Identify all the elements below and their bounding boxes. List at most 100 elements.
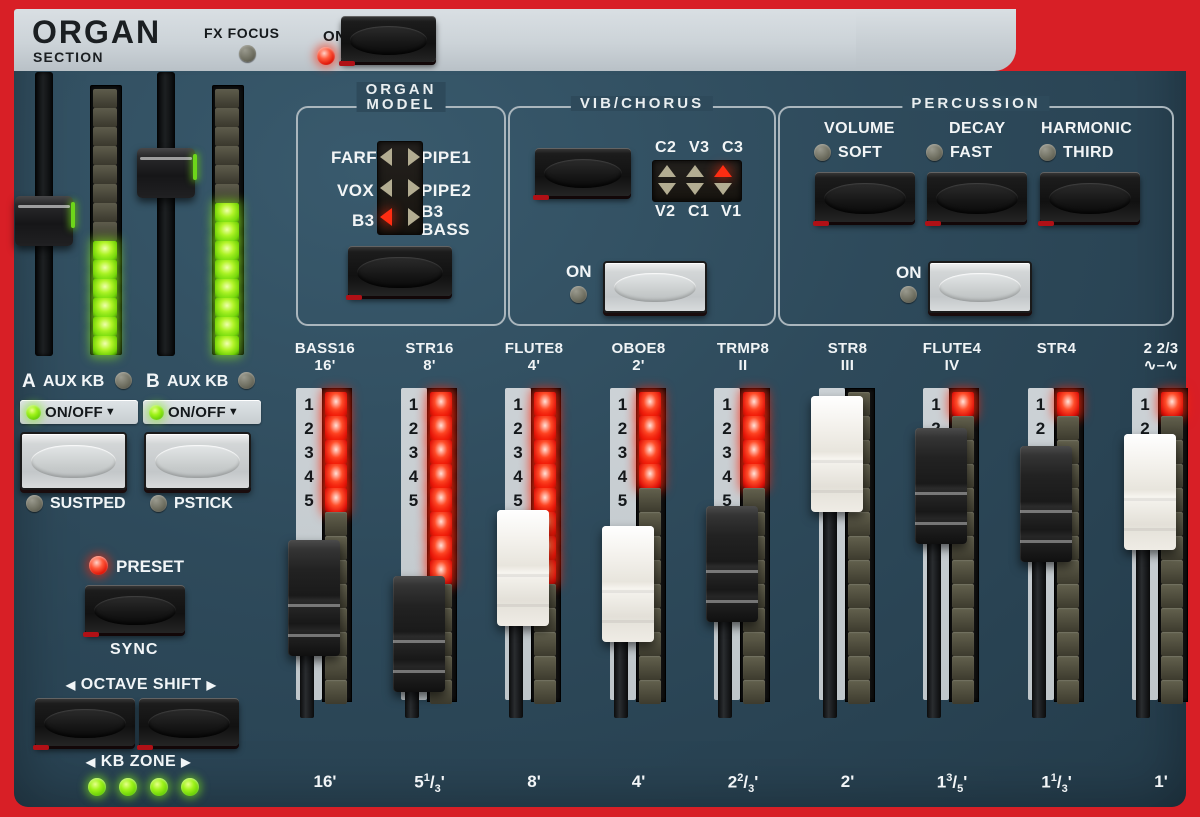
drawbar-7[interactable]: FLUTE4IV123457813/5' <box>923 388 981 718</box>
drawbar-handle[interactable] <box>393 576 445 692</box>
octave-shift-down-button[interactable] <box>35 698 135 746</box>
kb-zone-leds <box>88 778 199 796</box>
vib-chorus-arrow-c1-icon[interactable] <box>686 183 704 195</box>
drawbar-3[interactable]: FLUTE84'12345788' <box>505 388 563 718</box>
vib-chorus-arrow-c3-icon[interactable] <box>714 165 732 177</box>
drawbar-footage-label: 51/3' <box>377 772 483 795</box>
drawbar-led-segment <box>534 440 556 464</box>
drawbar-handle[interactable] <box>1124 434 1176 550</box>
drawbar-led-segment <box>1161 632 1183 656</box>
organ-model-opt-pipe1[interactable]: PIPE1 <box>421 148 471 168</box>
organ-model-opt-b3[interactable]: B3 <box>352 211 375 231</box>
drawbar-name: TRMP8 <box>717 340 769 357</box>
aux-a-label: AUX KB <box>43 373 104 391</box>
organ-on-button[interactable] <box>341 16 436 62</box>
drawbar-led-segment <box>430 536 452 560</box>
drawbar-handle[interactable] <box>706 506 758 622</box>
aux-a-onoff-led <box>26 405 41 420</box>
organ-model-arrow-farf-icon[interactable] <box>380 148 392 166</box>
aux-b-onoff-dropdown[interactable]: ON/OFF ▼ <box>143 400 261 424</box>
drawbar-handle[interactable] <box>497 510 549 626</box>
percussion-on-label: ON <box>896 263 922 283</box>
percussion-decay-button[interactable] <box>927 172 1027 222</box>
organ-model-arrow-pipe1-icon[interactable] <box>408 148 420 166</box>
organ-model-opt-b3bass[interactable]: B3BASS <box>421 203 470 239</box>
percussion-title: PERCUSSION <box>902 96 1049 111</box>
pstick-button[interactable] <box>144 432 251 490</box>
drawbar-handle[interactable] <box>811 396 863 512</box>
organ-model-arrow-vox-icon[interactable] <box>380 179 392 197</box>
fader-a-cap[interactable] <box>15 196 73 246</box>
drawbar-handle-ridge <box>706 570 758 573</box>
drawbar-name: 2 2/3 <box>1144 340 1179 357</box>
drawbar-5[interactable]: TRMP8II123457822/3' <box>714 388 772 718</box>
drawbar-led-segment <box>952 560 974 584</box>
organ-model-opt-pipe2[interactable]: PIPE2 <box>421 181 471 201</box>
drawbar-9[interactable]: 2 2/3∿–∿12345781' <box>1132 388 1190 718</box>
vib-chorus-arrow-v1-icon[interactable] <box>714 183 732 195</box>
level-meter-b <box>212 85 244 355</box>
drawbar-1[interactable]: BASS1616'123457816' <box>296 388 354 718</box>
sync-button[interactable] <box>85 585 185 633</box>
drawbar-scale-number: 3 <box>505 444 531 461</box>
aux-b-led <box>238 372 255 389</box>
drawbar-led-segment <box>639 416 661 440</box>
organ-model-arrow-b3bass-icon[interactable] <box>408 208 420 226</box>
drawbar-4[interactable]: OBOE82'12345784' <box>610 388 668 718</box>
drawbar-scale-number: 1 <box>714 396 740 413</box>
aux-b-chevron-down-icon[interactable]: ▼ <box>228 406 239 418</box>
fader-b-slot[interactable] <box>157 72 175 356</box>
drawbar-led-segment <box>639 680 661 704</box>
drawbar-name: BASS16 <box>295 340 355 357</box>
vib-chorus-on-button[interactable] <box>603 261 707 313</box>
drawbar-footage-label: 1' <box>1108 772 1200 792</box>
organ-model-arrow-b3-icon[interactable] <box>380 208 392 226</box>
octave-shift-left-arrow-icon: ◀ <box>66 678 76 692</box>
sustped-button[interactable] <box>20 432 127 490</box>
aux-a-onoff-dropdown[interactable]: ON/OFF ▼ <box>20 400 138 424</box>
drawbar-8[interactable]: STR4123457811/3' <box>1028 388 1086 718</box>
drawbar-handle-ridge <box>915 522 967 525</box>
drawbar-led-segment <box>325 680 347 704</box>
aux-a-chevron-down-icon[interactable]: ▼ <box>105 406 116 418</box>
kb-zone-led-1 <box>88 778 106 796</box>
drawbar-6[interactable]: STR8III12345782' <box>819 388 877 718</box>
drawbar-led-segment <box>430 416 452 440</box>
drawbar-handle[interactable] <box>288 540 340 656</box>
percussion-volume-button[interactable] <box>815 172 915 222</box>
drawbar-top-label: FLUTE84' <box>487 340 581 375</box>
drawbar-2[interactable]: STR168'123457851/3' <box>401 388 459 718</box>
drawbar-led-segment <box>639 464 661 488</box>
drawbar-handle-ridge <box>602 590 654 593</box>
octave-shift-label: OCTAVE SHIFT <box>81 676 202 693</box>
drawbar-handle[interactable] <box>602 526 654 642</box>
drawbar-scale-number: 1 <box>1028 396 1054 413</box>
organ-model-title: ORGAN MODEL <box>357 82 446 112</box>
organ-model-arrow-pipe2-icon[interactable] <box>408 179 420 197</box>
organ-model-select-button[interactable] <box>348 246 452 296</box>
octave-shift-label-row: ◀ OCTAVE SHIFT ▶ <box>66 676 216 694</box>
vib-chorus-select-button[interactable] <box>535 148 631 196</box>
drawbar-subname: 8' <box>383 357 477 374</box>
aux-a-led <box>115 372 132 389</box>
octave-shift-up-button[interactable] <box>139 698 239 746</box>
drawbar-handle[interactable] <box>915 428 967 544</box>
vib-chorus-arrow-v3-icon[interactable] <box>686 165 704 177</box>
percussion-harmonic-button[interactable] <box>1040 172 1140 222</box>
organ-model-opt-vox[interactable]: VOX <box>337 181 374 201</box>
percussion-on-button[interactable] <box>928 261 1032 313</box>
meter-segment <box>93 317 117 336</box>
level-meter-a <box>90 85 122 355</box>
kb-zone-label-row: ◀ KB ZONE ▶ <box>86 753 191 771</box>
organ-model-opt-farf[interactable]: FARF <box>331 148 377 168</box>
drawbar-led-segment <box>325 656 347 680</box>
drawbar-handle[interactable] <box>1020 446 1072 562</box>
vib-chorus-arrow-c2-icon[interactable] <box>658 165 676 177</box>
nord-organ-section-panel: ORGAN SECTION FX FOCUS ON A AUX KB B AUX… <box>0 0 1200 817</box>
drawbar-scale-number: 3 <box>401 444 427 461</box>
drawbar-led-segment <box>1057 584 1079 608</box>
vib-chorus-arrow-v2-icon[interactable] <box>658 183 676 195</box>
drawbar-scale-number: 2 <box>505 420 531 437</box>
fader-b-cap[interactable] <box>137 148 195 198</box>
kb-zone-right-arrow-icon: ▶ <box>181 755 191 769</box>
